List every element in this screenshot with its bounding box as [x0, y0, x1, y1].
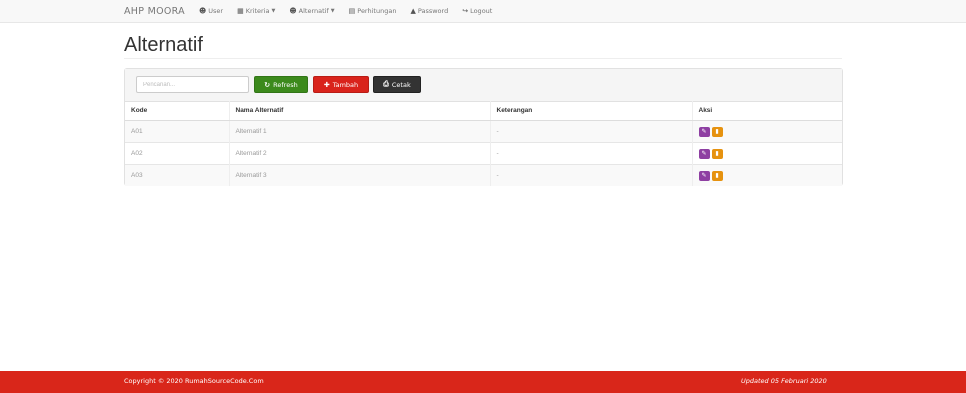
- cell-kode: A01: [125, 120, 230, 143]
- brand-link[interactable]: AHP MOORA: [124, 6, 185, 17]
- title-divider: [124, 58, 842, 59]
- nav-item-perhitungan[interactable]: ▤ Perhitungan: [349, 7, 397, 15]
- nav-item-kriteria[interactable]: ▦ Kriteria ▼: [237, 7, 275, 15]
- edit-icon[interactable]: ✎: [698, 126, 710, 137]
- cell-nama: Alternatif 1: [229, 120, 491, 143]
- table-row: A01 Alternatif 1 - ✎ ▮: [125, 120, 842, 143]
- table-row: A03 Alternatif 3 - ✎ ▮: [125, 164, 842, 186]
- nav-item-label: Alternatif: [298, 7, 329, 15]
- nav-item-logout[interactable]: ↪ Logout: [462, 7, 492, 15]
- column-header-kode: Kode: [125, 101, 230, 121]
- search-input[interactable]: [136, 76, 249, 93]
- user-icon: ☻: [198, 7, 207, 15]
- cell-kode: A03: [125, 164, 230, 186]
- column-header-keterangan: Keterangan: [490, 101, 693, 121]
- cetak-label: Cetak: [391, 80, 411, 89]
- edit-icon[interactable]: ✎: [698, 148, 710, 159]
- navbar: AHP MOORA ☻ User ▦ Kriteria ▼ ☻ Alternat…: [0, 0, 966, 23]
- nav-item-label: Logout: [470, 7, 493, 15]
- lock-icon: ▲: [410, 7, 416, 15]
- cell-aksi: ✎ ▮: [692, 120, 842, 143]
- cell-nama: Alternatif 2: [229, 142, 491, 165]
- nav-item-password[interactable]: ▲ Password: [410, 7, 448, 15]
- user-icon: ☻: [289, 7, 297, 15]
- trash-icon[interactable]: ▮: [711, 148, 723, 159]
- tambah-label: Tambah: [332, 80, 359, 89]
- print-icon: ⎙: [383, 80, 389, 88]
- calculator-icon: ▤: [348, 7, 356, 15]
- panel-toolbar: ↻ Refresh ✚ Tambah ⎙ Cetak: [125, 69, 842, 102]
- cell-aksi: ✎ ▮: [692, 142, 842, 165]
- page-title: Alternatif: [124, 34, 203, 56]
- cell-kode: A02: [125, 142, 230, 165]
- footer-updated: Updated 05 Februari 2020: [741, 377, 827, 385]
- plus-icon: ✚: [323, 80, 330, 89]
- nav-item-alternatif[interactable]: ☻ Alternatif ▼: [289, 7, 334, 15]
- navbar-inner: AHP MOORA ☻ User ▦ Kriteria ▼ ☻ Alternat…: [124, 0, 506, 22]
- refresh-button[interactable]: ↻ Refresh: [254, 76, 308, 93]
- alternatif-panel: ↻ Refresh ✚ Tambah ⎙ Cetak Kode Nama Alt…: [124, 68, 843, 186]
- cell-aksi: ✎ ▮: [692, 164, 842, 186]
- cell-keterangan: -: [490, 120, 693, 143]
- nav-item-label: Perhitungan: [357, 7, 397, 15]
- tambah-button[interactable]: ✚ Tambah: [313, 76, 369, 93]
- table-header-row: Kode Nama Alternatif Keterangan Aksi: [125, 101, 842, 121]
- cell-keterangan: -: [490, 164, 693, 186]
- logout-icon: ↪: [462, 7, 469, 15]
- refresh-label: Refresh: [273, 80, 298, 89]
- footer: Copyright © 2020 RumahSourceCode.Com Upd…: [0, 371, 966, 393]
- cetak-button[interactable]: ⎙ Cetak: [373, 76, 421, 93]
- refresh-icon: ↻: [264, 80, 271, 89]
- alternatif-table: Kode Nama Alternatif Keterangan Aksi A01…: [125, 101, 842, 186]
- trash-icon[interactable]: ▮: [711, 170, 723, 181]
- nav-item-label: Kriteria: [245, 7, 270, 15]
- caret-down-icon: ▼: [271, 8, 276, 14]
- column-header-aksi: Aksi: [692, 101, 842, 121]
- table-row: A02 Alternatif 2 - ✎ ▮: [125, 142, 842, 165]
- trash-icon[interactable]: ▮: [711, 126, 723, 137]
- caret-down-icon: ▼: [330, 8, 335, 14]
- grid-icon: ▦: [237, 7, 244, 15]
- nav-item-user[interactable]: ☻ User: [199, 7, 223, 15]
- cell-keterangan: -: [490, 142, 693, 165]
- cell-nama: Alternatif 3: [229, 164, 491, 186]
- nav-item-label: User: [208, 7, 224, 15]
- nav-item-label: Password: [417, 7, 449, 15]
- footer-copyright: Copyright © 2020 RumahSourceCode.Com: [124, 377, 264, 385]
- column-header-nama: Nama Alternatif: [229, 101, 491, 121]
- edit-icon[interactable]: ✎: [698, 170, 710, 181]
